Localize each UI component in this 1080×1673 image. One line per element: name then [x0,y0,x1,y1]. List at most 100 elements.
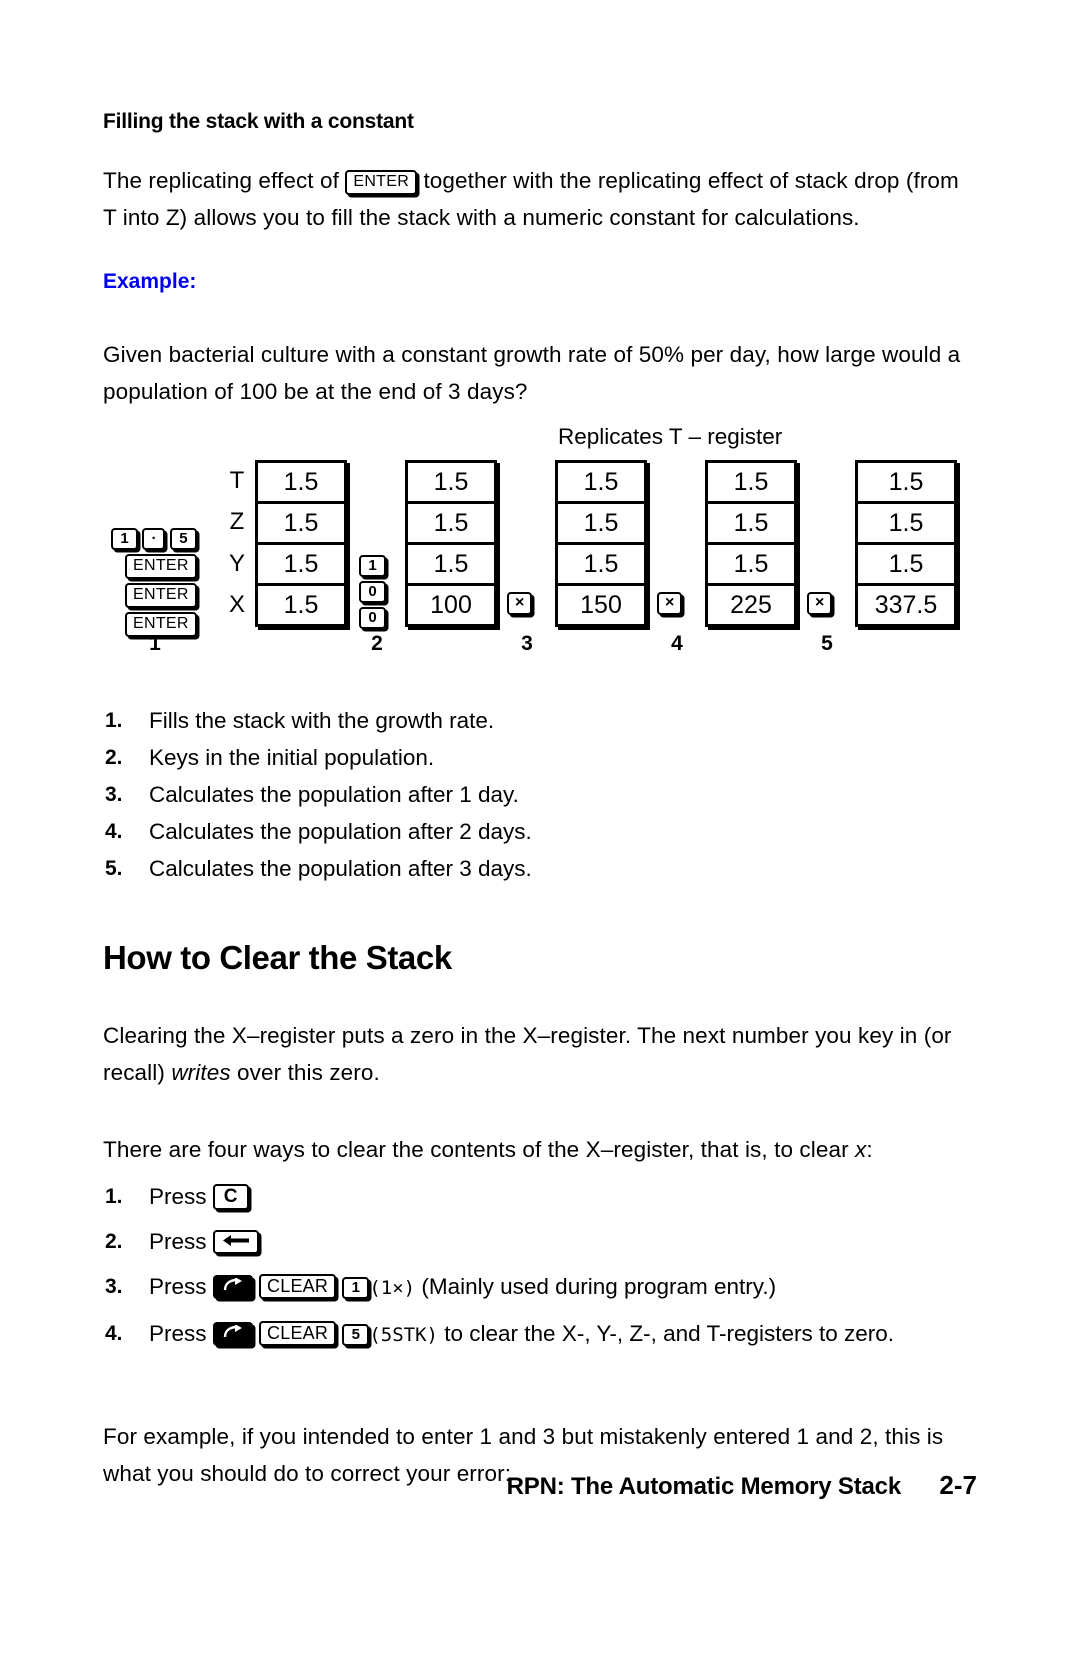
stack-3-cell-t: 1.5 [558,463,644,504]
method-num: 2. [105,1230,123,1253]
step-num: 1. [105,709,123,732]
shift-prefix-key [212,1275,253,1299]
clear-paragraph-1: Clearing the X–register puts a zero in t… [103,1017,973,1091]
footer-page-number: 2-7 [939,1470,977,1500]
replicates-note: Replicates T – register [558,424,783,449]
press-label: Press [149,1184,207,1209]
method-num: 1. [105,1185,123,1208]
stack-1: 1.5 1.5 1.5 1.5 [255,460,347,627]
key-0-step2-b: 0 [359,607,386,629]
method-3-note: (Mainly used during program entry.) [421,1274,777,1299]
list-item: 1. Fills the stack with the growth rate. [103,702,973,739]
clear-para1-text-a: Clearing the X–register puts a zero in t… [103,1023,952,1085]
step-number-4: 4 [671,632,683,655]
clear-key: CLEAR [259,1321,337,1346]
stack-5-cell-t: 1.5 [858,463,954,504]
list-item: 4. Calculates the population after 2 day… [103,813,973,850]
stack-3: 1.5 1.5 1.5 150 [555,460,647,627]
stack-2-cell-x: 100 [408,586,494,624]
stack-3-cell-z: 1.5 [558,504,644,545]
press-label: Press [149,1274,207,1299]
example-label: Example: [103,270,197,293]
enter-key-inline: ENTER [345,170,418,195]
clear-1-code: (1×) [369,1277,416,1299]
step-text: Fills the stack with the growth rate. [149,708,495,733]
step-explanations-list: 1. Fills the stack with the growth rate.… [103,702,973,887]
method-num: 4. [105,1322,123,1345]
stack-5-cell-z: 1.5 [858,504,954,545]
register-labels: T Z Y X [225,460,249,626]
step-num: 2. [105,746,123,769]
step-number-5: 5 [821,632,833,655]
curved-arrow-icon [223,1324,242,1338]
stack-2-cell-y: 1.5 [408,545,494,586]
key-0-row-b: 0 [359,607,399,629]
stack-2-cell-t: 1.5 [408,463,494,504]
backspace-key [212,1230,259,1254]
key-5: 5 [169,528,197,550]
key-0-row-a: 0 [359,581,399,603]
enter-key-1: ENTER [125,554,197,579]
multiply-key-1: × [507,592,533,615]
keys-step-1: 1 · 5 ENTER ENTER ENTER [111,528,217,641]
stack-1-cell-y: 1.5 [258,545,344,586]
intro-paragraph: The replicating effect of ENTER together… [103,162,973,236]
example-paragraph: Given bacterial culture with a constant … [103,342,961,404]
clear-key: CLEAR [259,1274,337,1299]
clear-5-code: (5STK) [369,1324,438,1346]
clear-paragraph-2: There are four ways to clear the content… [103,1131,973,1168]
step-number-2: 2 [371,632,383,655]
stack-4: 1.5 1.5 1.5 225 [705,460,797,627]
method-4-note: to clear the X-, Y-, Z-, and T-registers… [444,1321,895,1346]
enter-key-row-1: ENTER [111,554,217,579]
register-label-y: Y [228,549,245,577]
multiply-key-2-wrap: × [657,592,683,615]
list-item: 2. Press [103,1219,973,1264]
step-num: 3. [105,783,123,806]
stack-4-cell-t: 1.5 [708,463,794,504]
step-number-1: 1 [149,632,161,655]
clear-methods-list: 1. Press C 2. Press 3. Press CLEAR 1 (1×… [103,1174,973,1358]
left-arrow-icon [222,1235,249,1246]
list-item: 3. Press CLEAR 1 (1×) (Mainly used during… [103,1264,973,1311]
multiply-key-2: × [657,592,683,615]
clear-para1-text-b: over this zero. [237,1060,380,1085]
sub-heading: Filling the stack with a constant [103,110,414,133]
clear-para1-italic: writes [171,1060,231,1085]
stack-4-cell-x: 225 [708,586,794,624]
one-key: 1 [342,1277,370,1299]
step-num: 5. [105,857,123,880]
register-label-t: T [229,467,245,494]
list-item: 3. Calculates the population after 1 day… [103,776,973,813]
five-key: 5 [342,1324,370,1346]
clear-para2-italic: x [855,1137,867,1162]
clear-para2-colon: : [866,1137,873,1162]
enter-key-2: ENTER [125,583,197,608]
key-1-step2: 1 [359,555,386,577]
stack-3-cell-x: 150 [558,586,644,624]
list-item: 2. Keys in the initial population. [103,739,973,776]
clear-para2-text: There are four ways to clear the content… [103,1137,849,1162]
page-footer: RPN: The Automatic Memory Stack 2-7 [103,1470,977,1501]
key-1-row: 1 [359,555,399,577]
stack-1-cell-t: 1.5 [258,463,344,504]
keys-step-2: 1 0 0 [359,555,399,633]
stack-4-cell-z: 1.5 [708,504,794,545]
list-item: 5. Calculates the population after 3 day… [103,850,973,887]
document-page: Filling the stack with a constant The re… [0,0,1080,1673]
key-1: 1 [111,528,138,550]
footer-title: RPN: The Automatic Memory Stack [506,1473,902,1500]
stack-2: 1.5 1.5 1.5 100 [405,460,497,627]
key-decimal-point: · [142,528,166,550]
step-number-3: 3 [521,632,533,655]
list-item: 1. Press C [103,1174,973,1219]
press-label: Press [149,1229,207,1254]
stack-5-cell-x: 337.5 [858,586,954,624]
register-label-z: Z [229,508,245,536]
list-item: 4. Press CLEAR 5 (5STK) to clear the X-, … [103,1311,973,1358]
step-text: Keys in the initial population. [149,745,435,770]
enter-key-row-2: ENTER [111,583,217,608]
press-label: Press [149,1321,207,1346]
page-title: How to Clear the Stack [103,939,452,976]
stack-5: 1.5 1.5 1.5 337.5 [855,460,957,627]
